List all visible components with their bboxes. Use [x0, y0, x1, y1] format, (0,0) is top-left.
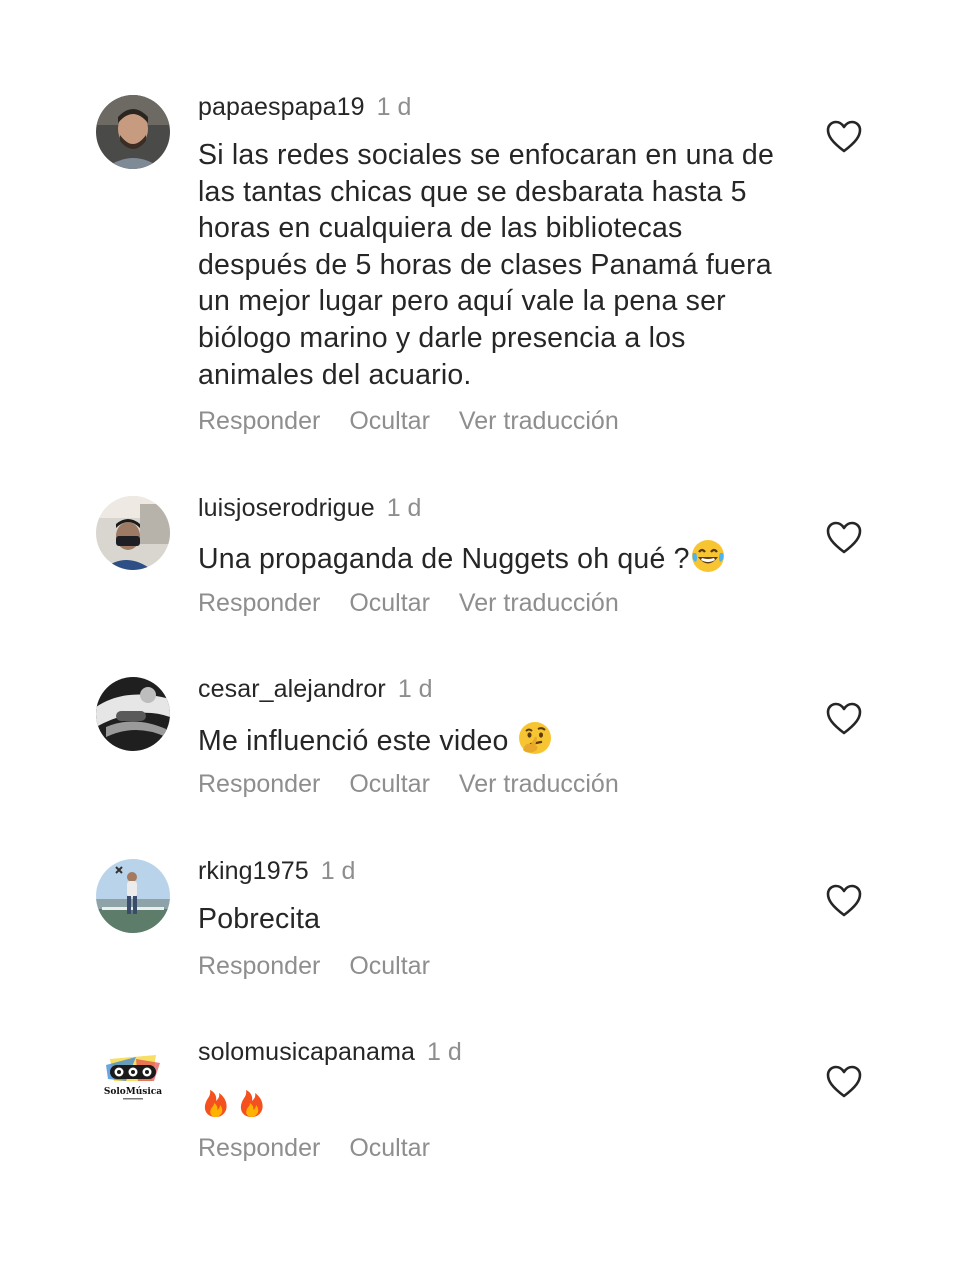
fire-emoji-icon	[198, 1083, 234, 1119]
like-heart-icon[interactable]	[826, 884, 862, 918]
reply-button[interactable]: Responder	[198, 952, 320, 980]
thinking-face-emoji-icon	[517, 720, 553, 756]
like-heart-icon[interactable]	[826, 521, 862, 555]
laughing-tears-emoji-icon	[690, 538, 726, 574]
comment-text	[198, 1083, 788, 1123]
timestamp: 1 d	[427, 1038, 462, 1066]
username[interactable]: cesar_alejandror	[198, 675, 386, 703]
see-translation-button[interactable]: Ver traducción	[459, 589, 619, 617]
hide-button[interactable]: Ocultar	[349, 1134, 430, 1162]
avatar-photo	[96, 496, 170, 570]
logo-text: SoloMúsica	[104, 1086, 162, 1097]
timestamp: 1 d	[397, 675, 433, 703]
username[interactable]: rking1975	[198, 857, 309, 885]
avatar-photo	[96, 677, 170, 751]
avatar[interactable]	[96, 677, 170, 751]
username[interactable]: papaespapa19	[198, 93, 365, 121]
like-heart-icon[interactable]	[826, 1065, 862, 1099]
hide-button[interactable]: Ocultar	[349, 589, 430, 617]
comment-text: Pobrecita	[198, 903, 321, 935]
hide-button[interactable]: Ocultar	[349, 407, 430, 435]
like-heart-icon[interactable]	[826, 702, 862, 736]
like-heart-icon[interactable]	[826, 120, 862, 154]
avatar[interactable]	[96, 859, 170, 933]
avatar[interactable]	[96, 95, 170, 169]
username[interactable]: solomusicapanama	[198, 1038, 415, 1066]
comment-text-body: Una propaganda de Nuggets oh qué ?	[198, 543, 690, 575]
fire-emoji-icon	[234, 1083, 270, 1119]
hide-button[interactable]: Ocultar	[349, 770, 430, 798]
reply-button[interactable]: Responder	[198, 1134, 320, 1162]
comment-text: Si las redes sociales se enfocaran en un…	[198, 139, 774, 391]
comment-text-body: Me influenció este video	[198, 725, 517, 757]
see-translation-button[interactable]: Ver traducción	[459, 770, 619, 798]
timestamp: 1 d	[386, 494, 422, 522]
avatar[interactable]	[96, 496, 170, 570]
comment-text: Me influenció este video	[198, 720, 788, 760]
reply-button[interactable]: Responder	[198, 589, 320, 617]
timestamp: 1 d	[320, 857, 356, 885]
avatar-photo	[96, 859, 170, 933]
avatar-photo	[96, 95, 170, 169]
username[interactable]: luisjoserodrigue	[198, 494, 375, 522]
avatar[interactable]: SoloMúsica	[96, 1041, 170, 1115]
hide-button[interactable]: Ocultar	[349, 952, 430, 980]
reply-button[interactable]: Responder	[198, 770, 320, 798]
see-translation-button[interactable]: Ver traducción	[459, 407, 619, 435]
reply-button[interactable]: Responder	[198, 407, 320, 435]
timestamp: 1 d	[376, 93, 412, 121]
solomusica-logo: SoloMúsica	[96, 1041, 170, 1115]
comment-text: Una propaganda de Nuggets oh qué ?	[198, 538, 788, 578]
